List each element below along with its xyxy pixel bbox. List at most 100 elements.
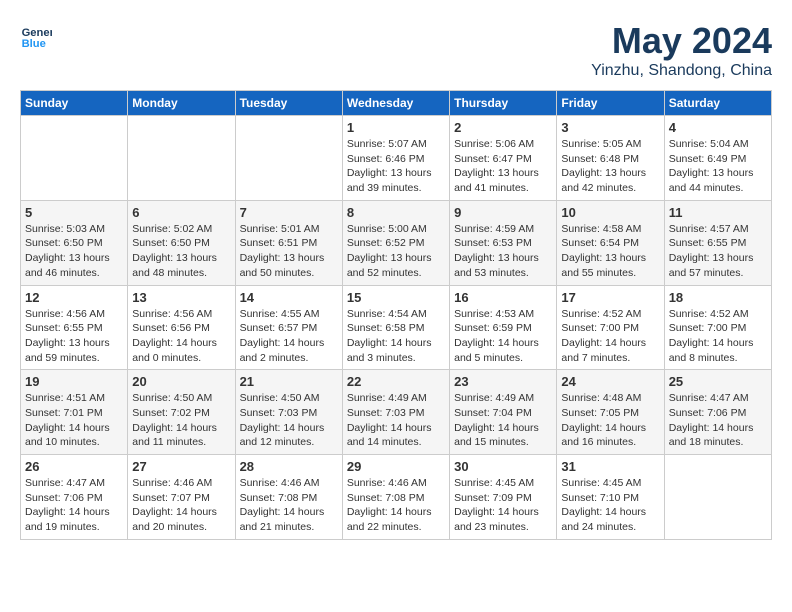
day-info: Sunrise: 4:50 AM Sunset: 7:02 PM Dayligh… <box>132 391 230 450</box>
day-number: 23 <box>454 374 552 389</box>
day-info: Sunrise: 4:45 AM Sunset: 7:10 PM Dayligh… <box>561 476 659 535</box>
day-info: Sunrise: 5:06 AM Sunset: 6:47 PM Dayligh… <box>454 137 552 196</box>
main-title: May 2024 <box>591 20 772 62</box>
calendar-cell: 29 Sunrise: 4:46 AM Sunset: 7:08 PM Dayli… <box>342 455 449 540</box>
calendar-cell: 25Sunrise: 4:47 AM Sunset: 7:06 PM Dayli… <box>664 370 771 455</box>
calendar-cell: 13 Sunrise: 4:56 AM Sunset: 6:56 PM Dayli… <box>128 285 235 370</box>
day-info: Sunrise: 4:51 AM Sunset: 7:01 PM Dayligh… <box>25 391 123 450</box>
calendar-cell: 16 Sunrise: 4:53 AM Sunset: 6:59 PM Dayli… <box>450 285 557 370</box>
day-number: 16 <box>454 290 552 305</box>
day-number: 5 <box>25 205 123 220</box>
day-info: Sunrise: 4:56 AM Sunset: 6:55 PM Dayligh… <box>25 307 123 366</box>
day-info: Sunrise: 4:50 AM Sunset: 7:03 PM Dayligh… <box>240 391 338 450</box>
weekday-header-monday: Monday <box>128 91 235 116</box>
day-number: 4 <box>669 120 767 135</box>
calendar-cell <box>21 116 128 201</box>
calendar-cell: 14 Sunrise: 4:55 AM Sunset: 6:57 PM Dayli… <box>235 285 342 370</box>
day-number: 20 <box>132 374 230 389</box>
day-number: 28 <box>240 459 338 474</box>
day-number: 10 <box>561 205 659 220</box>
week-row-2: 5 Sunrise: 5:03 AM Sunset: 6:50 PM Daylig… <box>21 200 772 285</box>
week-row-3: 12 Sunrise: 4:56 AM Sunset: 6:55 PM Dayli… <box>21 285 772 370</box>
day-number: 13 <box>132 290 230 305</box>
svg-text:Blue: Blue <box>22 38 46 50</box>
day-number: 7 <box>240 205 338 220</box>
day-info: Sunrise: 5:00 AM Sunset: 6:52 PM Dayligh… <box>347 222 445 281</box>
calendar-cell: 5 Sunrise: 5:03 AM Sunset: 6:50 PM Daylig… <box>21 200 128 285</box>
day-number: 29 <box>347 459 445 474</box>
calendar-cell <box>664 455 771 540</box>
day-number: 18 <box>669 290 767 305</box>
day-info: Sunrise: 4:56 AM Sunset: 6:56 PM Dayligh… <box>132 307 230 366</box>
calendar-cell: 10 Sunrise: 4:58 AM Sunset: 6:54 PM Dayli… <box>557 200 664 285</box>
day-number: 14 <box>240 290 338 305</box>
day-info: Sunrise: 5:02 AM Sunset: 6:50 PM Dayligh… <box>132 222 230 281</box>
weekday-header-tuesday: Tuesday <box>235 91 342 116</box>
day-info: Sunrise: 5:03 AM Sunset: 6:50 PM Dayligh… <box>25 222 123 281</box>
calendar-cell: 12 Sunrise: 4:56 AM Sunset: 6:55 PM Dayli… <box>21 285 128 370</box>
day-info: Sunrise: 4:57 AM Sunset: 6:55 PM Dayligh… <box>669 222 767 281</box>
calendar-cell: 1 Sunrise: 5:07 AM Sunset: 6:46 PM Daylig… <box>342 116 449 201</box>
day-info: Sunrise: 4:55 AM Sunset: 6:57 PM Dayligh… <box>240 307 338 366</box>
day-number: 21 <box>240 374 338 389</box>
day-info: Sunrise: 4:49 AM Sunset: 7:03 PM Dayligh… <box>347 391 445 450</box>
weekday-header-row: SundayMondayTuesdayWednesdayThursdayFrid… <box>21 91 772 116</box>
calendar-cell: 31 Sunrise: 4:45 AM Sunset: 7:10 PM Dayli… <box>557 455 664 540</box>
location-subtitle: Yinzhu, Shandong, China <box>591 62 772 80</box>
title-block: May 2024 Yinzhu, Shandong, China <box>591 20 772 80</box>
week-row-1: 1 Sunrise: 5:07 AM Sunset: 6:46 PM Daylig… <box>21 116 772 201</box>
day-number: 8 <box>347 205 445 220</box>
day-info: Sunrise: 4:49 AM Sunset: 7:04 PM Dayligh… <box>454 391 552 450</box>
calendar-cell: 18 Sunrise: 4:52 AM Sunset: 7:00 PM Dayli… <box>664 285 771 370</box>
weekday-header-saturday: Saturday <box>664 91 771 116</box>
day-number: 12 <box>25 290 123 305</box>
day-info: Sunrise: 4:54 AM Sunset: 6:58 PM Dayligh… <box>347 307 445 366</box>
calendar-cell: 3Sunrise: 5:05 AM Sunset: 6:48 PM Daylig… <box>557 116 664 201</box>
week-row-5: 26 Sunrise: 4:47 AM Sunset: 7:06 PM Dayli… <box>21 455 772 540</box>
weekday-header-friday: Friday <box>557 91 664 116</box>
calendar-cell: 23 Sunrise: 4:49 AM Sunset: 7:04 PM Dayli… <box>450 370 557 455</box>
calendar-cell: 6 Sunrise: 5:02 AM Sunset: 6:50 PM Daylig… <box>128 200 235 285</box>
day-number: 15 <box>347 290 445 305</box>
svg-text:General: General <box>22 27 52 39</box>
calendar-cell: 24Sunrise: 4:48 AM Sunset: 7:05 PM Dayli… <box>557 370 664 455</box>
calendar-cell: 20 Sunrise: 4:50 AM Sunset: 7:02 PM Dayli… <box>128 370 235 455</box>
calendar-cell: 22 Sunrise: 4:49 AM Sunset: 7:03 PM Dayli… <box>342 370 449 455</box>
calendar-cell: 17Sunrise: 4:52 AM Sunset: 7:00 PM Dayli… <box>557 285 664 370</box>
calendar-cell: 30Sunrise: 4:45 AM Sunset: 7:09 PM Dayli… <box>450 455 557 540</box>
calendar-cell: 8 Sunrise: 5:00 AM Sunset: 6:52 PM Daylig… <box>342 200 449 285</box>
day-info: Sunrise: 4:46 AM Sunset: 7:08 PM Dayligh… <box>347 476 445 535</box>
day-info: Sunrise: 5:04 AM Sunset: 6:49 PM Dayligh… <box>669 137 767 196</box>
day-info: Sunrise: 4:47 AM Sunset: 7:06 PM Dayligh… <box>25 476 123 535</box>
calendar-cell <box>128 116 235 201</box>
day-number: 6 <box>132 205 230 220</box>
day-info: Sunrise: 4:53 AM Sunset: 6:59 PM Dayligh… <box>454 307 552 366</box>
calendar-cell: 28 Sunrise: 4:46 AM Sunset: 7:08 PM Dayli… <box>235 455 342 540</box>
calendar-cell <box>235 116 342 201</box>
page-header: General Blue May 2024 Yinzhu, Shandong, … <box>20 20 772 80</box>
calendar-cell: 2Sunrise: 5:06 AM Sunset: 6:47 PM Daylig… <box>450 116 557 201</box>
day-number: 9 <box>454 205 552 220</box>
day-number: 27 <box>132 459 230 474</box>
calendar-cell: 19Sunrise: 4:51 AM Sunset: 7:01 PM Dayli… <box>21 370 128 455</box>
weekday-header-thursday: Thursday <box>450 91 557 116</box>
day-info: Sunrise: 4:48 AM Sunset: 7:05 PM Dayligh… <box>561 391 659 450</box>
calendar-cell: 4 Sunrise: 5:04 AM Sunset: 6:49 PM Daylig… <box>664 116 771 201</box>
logo-icon: General Blue <box>20 20 52 52</box>
day-info: Sunrise: 4:52 AM Sunset: 7:00 PM Dayligh… <box>561 307 659 366</box>
day-info: Sunrise: 4:59 AM Sunset: 6:53 PM Dayligh… <box>454 222 552 281</box>
day-info: Sunrise: 4:52 AM Sunset: 7:00 PM Dayligh… <box>669 307 767 366</box>
day-info: Sunrise: 4:46 AM Sunset: 7:08 PM Dayligh… <box>240 476 338 535</box>
logo: General Blue <box>20 20 52 52</box>
day-number: 22 <box>347 374 445 389</box>
calendar-cell: 15 Sunrise: 4:54 AM Sunset: 6:58 PM Dayli… <box>342 285 449 370</box>
day-info: Sunrise: 5:07 AM Sunset: 6:46 PM Dayligh… <box>347 137 445 196</box>
day-number: 1 <box>347 120 445 135</box>
calendar-cell: 9 Sunrise: 4:59 AM Sunset: 6:53 PM Daylig… <box>450 200 557 285</box>
day-info: Sunrise: 5:05 AM Sunset: 6:48 PM Dayligh… <box>561 137 659 196</box>
calendar-cell: 26 Sunrise: 4:47 AM Sunset: 7:06 PM Dayli… <box>21 455 128 540</box>
day-number: 26 <box>25 459 123 474</box>
day-info: Sunrise: 4:58 AM Sunset: 6:54 PM Dayligh… <box>561 222 659 281</box>
calendar-cell: 11Sunrise: 4:57 AM Sunset: 6:55 PM Dayli… <box>664 200 771 285</box>
day-number: 31 <box>561 459 659 474</box>
